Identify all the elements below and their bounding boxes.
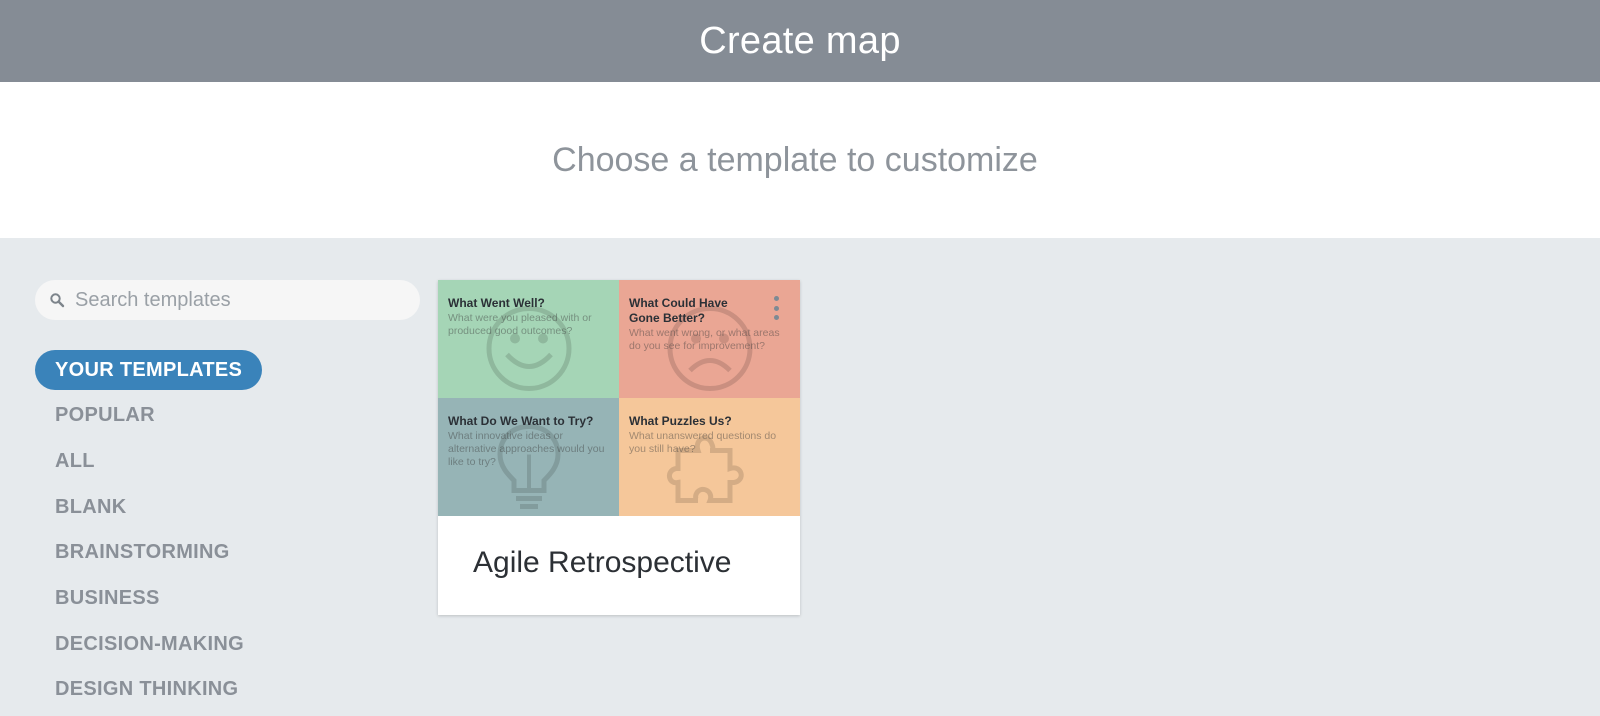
category-all[interactable]: ALL [35,441,264,481]
quadrant-title: What Went Well? [448,296,545,310]
search-bar[interactable] [35,280,420,320]
template-title: Agile Retrospective [473,546,732,579]
search-icon [49,292,65,308]
subheader: Choose a template to customize [0,82,1600,238]
category-design-thinking[interactable]: DESIGN THINKING [35,670,264,710]
template-browser: YOUR TEMPLATES POPULAR ALL BLANK BRAINST… [0,238,1600,714]
category-list: YOUR TEMPLATES POPULAR ALL BLANK BRAINST… [35,350,264,716]
category-business[interactable]: BUSINESS [35,578,264,618]
quadrant-want-to-try: What Do We Want to Try? What innovative … [438,398,619,516]
quadrant-title: What Puzzles Us? [629,414,732,428]
quadrant-description: What innovative ideas or alternative app… [448,430,605,468]
quadrant-puzzles-us: What Puzzles Us? What unanswered questio… [619,398,800,516]
quadrant-description: What went wrong, or what areas do you se… [629,327,780,352]
category-your-templates[interactable]: YOUR TEMPLATES [35,350,263,390]
top-bar: Create map [0,0,1600,82]
category-brainstorming[interactable]: BRAINSTORMING [35,533,264,573]
quadrant-went-well: What Went Well? What were you pleased wi… [438,280,619,398]
search-input[interactable] [75,288,395,312]
category-popular[interactable]: POPULAR [35,396,264,436]
quadrant-description: What unanswered questions do you still h… [629,430,777,455]
subheader-title: Choose a template to customize [552,140,1038,179]
template-thumbnail: What Went Well? What were you pleased wi… [438,280,800,516]
template-card-agile-retrospective[interactable]: What Went Well? What were you pleased wi… [438,280,800,615]
quadrant-could-be-better: What Could Have Gone Better? What went w… [619,280,800,398]
more-options-icon[interactable] [770,296,782,320]
quadrant-description: What were you pleased with or produced g… [448,312,592,337]
quadrant-title: What Could Have Gone Better? [629,296,728,325]
category-decision-making[interactable]: DECISION-MAKING [35,624,264,664]
quadrant-title: What Do We Want to Try? [448,414,594,428]
category-blank[interactable]: BLANK [35,487,264,527]
page-title: Create map [699,19,901,62]
